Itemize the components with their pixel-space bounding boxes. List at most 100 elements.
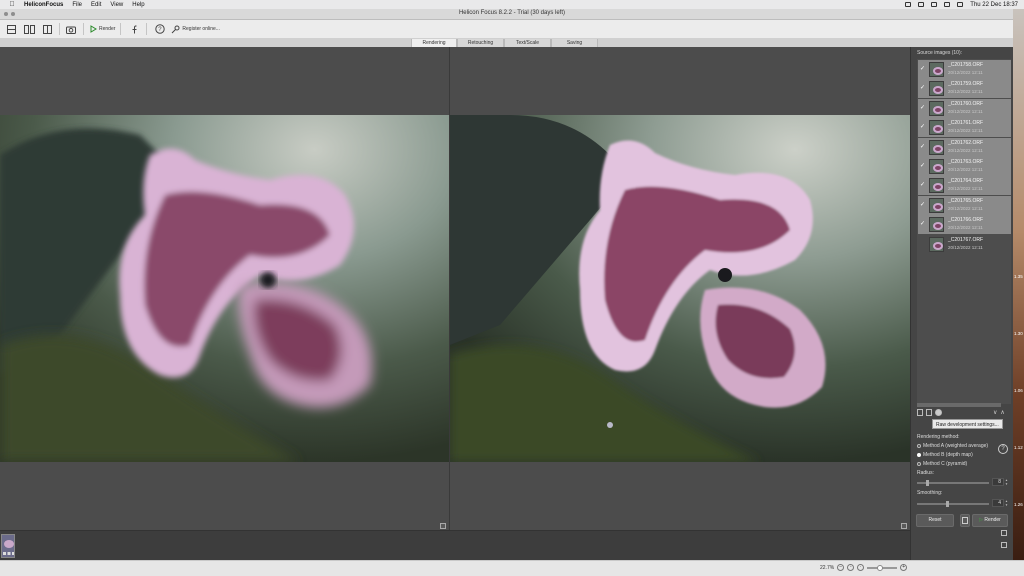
source-image-checkbox[interactable]: ✓ [920,144,926,150]
method-b-radio[interactable]: Method B (depth map) [917,452,973,458]
camera-icon [66,26,76,34]
menu-file[interactable]: File [72,2,82,8]
source-image-checkbox[interactable] [920,241,926,247]
source-image-checkbox[interactable]: ✓ [920,85,926,91]
battery-icon[interactable] [918,2,925,7]
smoothing-value[interactable]: 4 [992,499,1004,507]
zoom-slider[interactable] [867,564,898,571]
radius-value[interactable]: 8 [992,478,1004,486]
radio-b-indicator [917,453,921,457]
radius-label: Radius: [917,470,934,476]
toolbar-render-button[interactable]: Render [90,22,115,36]
layout-stack-button[interactable] [4,22,18,36]
rendering-help-icon[interactable]: ? [998,444,1008,454]
right-view-fit-icon[interactable] [901,523,907,529]
source-image-checkbox[interactable]: ✓ [920,66,926,72]
zoom-actual-icon[interactable]: · [857,564,865,571]
settings-icon[interactable] [1001,542,1007,548]
tab-rendering[interactable]: Rendering [411,39,457,47]
remove-file-icon[interactable] [926,409,932,416]
tab-saving[interactable]: Saving [551,39,598,47]
source-image-checkbox[interactable]: ✓ [920,202,926,208]
source-image-checkbox[interactable]: ✓ [920,124,926,130]
source-image-row[interactable]: ✓ _C201760.ORF 20/12/2022 12:11 [918,98,1011,118]
render-button[interactable]: ▷ Render [972,514,1008,527]
source-image-name: _C201760.ORF [948,100,984,107]
tab-retouching[interactable]: Retouching [457,39,504,47]
menu-view[interactable]: View [110,2,123,8]
calendar-icon[interactable] [1001,530,1007,536]
reset-button[interactable]: Reset [916,514,954,527]
smoothing-slider-knob[interactable] [945,501,949,507]
facebook-button[interactable] [127,22,141,36]
source-image-checkbox[interactable]: ✓ [920,163,926,169]
method-a-radio[interactable]: Method A (weighted average) [917,443,988,449]
source-image-row[interactable]: ✓ _C201762.ORF 20/12/2022 12:11 [918,137,1011,157]
source-image-row[interactable]: ✓ _C201764.ORF 20/12/2022 12:11 [918,176,1011,196]
source-image-date: 20/12/2022 12:11 [948,128,983,134]
zoom-slider-knob[interactable] [877,564,884,571]
help-button[interactable]: ? [153,22,167,36]
dropbox-icon[interactable] [905,2,912,7]
zoom-fit-icon[interactable]: ◦ [847,564,855,571]
menu-help[interactable]: Help [132,2,144,8]
camera-button[interactable] [64,22,78,36]
menubar-status-area: Thu 22 Dec 18:37 [905,0,1018,9]
source-list-scrollbar[interactable] [917,403,1001,407]
source-image-checkbox[interactable]: ✓ [920,221,926,227]
list-sort-arrows: ∨ ∧ [993,409,1005,416]
smoothing-stepper-icon[interactable]: ▲ ▼ [1005,499,1010,507]
source-image-row[interactable]: ✓ _C201761.ORF 20/12/2022 12:11 [918,118,1011,138]
search-icon[interactable] [944,2,951,7]
zoom-controls: 22.7% − ◦ · + [820,564,908,571]
radius-slider[interactable] [917,480,989,486]
facebook-icon [132,25,137,33]
method-b-label: Method B (depth map) [923,452,973,458]
play-icon [90,25,97,33]
source-image-row[interactable]: ✓ _C201763.ORF 20/12/2022 12:11 [918,157,1011,176]
source-images-list[interactable]: ✓ _C201758.ORF 20/12/2022 12:11 ✓ _C201759.O… [917,59,1011,404]
apple-menu-icon[interactable]:  [6,1,18,8]
desktop-background: 1.35 1.30 1.06 1.12 1.26 [1013,9,1024,560]
source-image-name: _C201761.ORF [948,120,984,127]
tab-text-scale[interactable]: Text/Scale [504,39,551,47]
source-image-row[interactable]: _C201767.ORF 20/12/2022 12:11 [918,235,1011,254]
smoothing-slider[interactable] [917,501,989,507]
register-online-button[interactable]: Register online... [171,22,220,36]
source-image-date: 20/12/2022 12:11 [948,186,983,192]
zoom-in-icon[interactable]: + [900,564,908,571]
status-bar: 22.7% − ◦ · + [0,560,1024,576]
radius-slider-knob[interactable] [925,480,929,486]
control-center-icon[interactable] [957,2,964,7]
source-images-panel: Source images (10): ✓ _C201758.ORF 20/12/2… [910,47,1013,560]
source-image-checkbox[interactable]: ✓ [920,105,926,111]
source-image-checkbox[interactable]: ✓ [920,182,926,188]
source-image-row[interactable]: ✓ _C201765.ORF 20/12/2022 12:11 [918,195,1011,215]
source-preview-image[interactable] [0,115,449,462]
zoom-out-icon[interactable]: − [837,564,845,571]
source-image-row[interactable]: ✓ _C201766.ORF 20/12/2022 12:11 [918,215,1011,235]
layout-split-button[interactable] [22,22,36,36]
add-file-icon[interactable] [917,409,923,416]
radius-stepper-icon[interactable]: ▲ ▼ [1005,478,1010,486]
result-preview-image[interactable] [450,115,910,462]
render-options-button[interactable] [960,514,970,527]
menu-app-name[interactable]: HeliconFocus [24,2,63,8]
wifi-icon[interactable] [931,2,938,7]
desktop-number-label: 1.26 [1014,502,1023,507]
layout-column-icon [42,24,52,34]
chevron-down-icon[interactable]: ∨ [993,409,997,416]
document-icon [962,517,968,524]
source-image-date: 20/12/2022 12:11 [948,108,983,114]
raw-settings-icon[interactable] [935,409,942,416]
filmstrip-thumbnail[interactable] [1,534,15,558]
chevron-up-icon[interactable]: ∧ [1000,409,1004,416]
menubar-clock[interactable]: Thu 22 Dec 18:37 [970,2,1018,8]
image-viewer[interactable] [0,47,910,530]
menu-edit[interactable]: Edit [91,2,101,8]
source-image-row[interactable]: ✓ _C201758.ORF 20/12/2022 12:11 [918,60,1011,79]
method-c-radio[interactable]: Method C (pyramid) [917,461,967,467]
left-view-fit-icon[interactable] [440,523,446,529]
layout-column-button[interactable] [40,22,54,36]
source-image-row[interactable]: ✓ _C201759.ORF 20/12/2022 12:11 [918,79,1011,99]
